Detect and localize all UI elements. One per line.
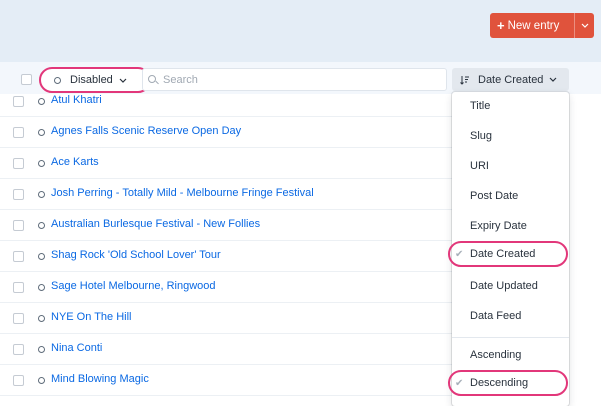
status-dot-icon	[38, 377, 45, 384]
table-row[interactable]: Sage Hotel Melbourne, Ringwood	[0, 272, 452, 303]
sort-option-label: Post Date	[470, 190, 519, 202]
table-row[interactable]: Josh Perring - Totally Mild - Melbourne …	[0, 179, 452, 210]
row-checkbox[interactable]	[13, 220, 24, 231]
sort-option-date-updated[interactable]: Date Updated	[452, 273, 569, 299]
sort-option-uri[interactable]: URI	[452, 153, 569, 179]
sort-option-label: Date Created	[470, 248, 536, 260]
entry-title-link[interactable]: Ace Karts	[51, 156, 99, 168]
status-dot-icon	[38, 284, 45, 291]
chevron-down-icon	[119, 76, 127, 85]
entry-title-link[interactable]: Agnes Falls Scenic Reserve Open Day	[51, 125, 241, 137]
entry-title-link[interactable]: Sage Hotel Melbourne, Ringwood	[51, 280, 216, 292]
sort-option-label: Title	[470, 100, 491, 112]
sort-option-label: URI	[470, 160, 489, 172]
row-checkbox[interactable]	[13, 313, 24, 324]
sort-option-date-created[interactable]: ✔ Date Created	[448, 241, 568, 267]
entry-title-link[interactable]: Shag Rock 'Old School Lover' Tour	[51, 249, 221, 261]
row-checkbox[interactable]	[13, 344, 24, 355]
row-checkbox[interactable]	[13, 282, 24, 293]
search-icon	[148, 74, 158, 85]
status-filter-label: Disabled	[70, 74, 113, 86]
table-row[interactable]: Shag Rock 'Old School Lover' Tour	[0, 241, 452, 272]
table-row[interactable]: Mind Blowing Magic	[0, 365, 452, 396]
status-dot-icon	[38, 253, 45, 260]
checkmark-icon: ✔	[455, 377, 464, 389]
sort-option-label: Data Feed	[470, 310, 522, 322]
sort-button[interactable]: Date Created	[452, 68, 569, 91]
status-dot-icon	[38, 160, 45, 167]
entry-title-link[interactable]: Nina Conti	[51, 342, 102, 354]
table-row[interactable]: Australian Burlesque Festival - New Foll…	[0, 210, 452, 241]
sort-option-label: Date Updated	[470, 280, 538, 292]
sort-direction-label: Ascending	[470, 349, 522, 361]
status-dot-icon	[38, 98, 45, 105]
table-row[interactable]: Nina Conti	[0, 334, 452, 365]
sort-direction-ascending[interactable]: Ascending	[452, 342, 569, 368]
plus-icon: +	[497, 18, 505, 33]
sort-option-label: Expiry Date	[470, 220, 527, 232]
status-dot-icon	[38, 315, 45, 322]
new-entry-label: New entry	[507, 19, 560, 32]
checkmark-icon: ✔	[455, 248, 464, 260]
sort-option-expiry-date[interactable]: Expiry Date	[452, 213, 569, 239]
chevron-down-icon	[549, 75, 557, 84]
entry-title-link[interactable]: Atul Khatri	[51, 94, 102, 106]
new-entry-button[interactable]: + New entry	[490, 13, 594, 38]
table-row[interactable]: NYE On The Hill	[0, 303, 452, 334]
entry-title-link[interactable]: NYE On The Hill	[51, 311, 132, 323]
entry-title-link[interactable]: Josh Perring - Totally Mild - Melbourne …	[51, 187, 314, 199]
row-checkbox[interactable]	[13, 375, 24, 386]
sort-option-label: Slug	[470, 130, 493, 142]
sort-label: Date Created	[478, 73, 544, 86]
sort-option-data-feed[interactable]: Data Feed	[452, 303, 569, 329]
row-checkbox[interactable]	[13, 251, 24, 262]
row-checkbox[interactable]	[13, 189, 24, 200]
menu-divider	[452, 337, 569, 338]
entry-title-link[interactable]: Australian Burlesque Festival - New Foll…	[51, 218, 260, 230]
chevron-down-icon[interactable]	[575, 13, 594, 38]
status-dot-icon	[54, 76, 61, 84]
sort-option-slug[interactable]: Slug	[452, 123, 569, 149]
search-placeholder: Search	[163, 73, 198, 86]
new-entry-main[interactable]: + New entry	[490, 13, 574, 38]
sort-icon	[460, 75, 469, 85]
select-all-checkbox[interactable]	[21, 74, 32, 85]
entry-title-link[interactable]: Mind Blowing Magic	[51, 373, 149, 385]
row-checkbox[interactable]	[13, 127, 24, 138]
sort-direction-label: Descending	[470, 377, 529, 389]
status-dot-icon	[38, 222, 45, 229]
sort-option-title[interactable]: Title	[452, 93, 569, 119]
sort-direction-descending[interactable]: ✔ Descending	[448, 370, 568, 396]
table-row[interactable]: Atul Khatri	[0, 86, 452, 117]
row-checkbox[interactable]	[13, 96, 24, 107]
table-row[interactable]: Agnes Falls Scenic Reserve Open Day	[0, 117, 452, 148]
sort-menu: Title Slug URI Post Date Expiry Date ✔ D…	[448, 92, 569, 406]
row-checkbox[interactable]	[13, 158, 24, 169]
status-dot-icon	[38, 191, 45, 198]
status-dot-icon	[38, 346, 45, 353]
table-row[interactable]: Ace Karts	[0, 148, 452, 179]
sort-option-post-date[interactable]: Post Date	[452, 183, 569, 209]
status-dot-icon	[38, 129, 45, 136]
